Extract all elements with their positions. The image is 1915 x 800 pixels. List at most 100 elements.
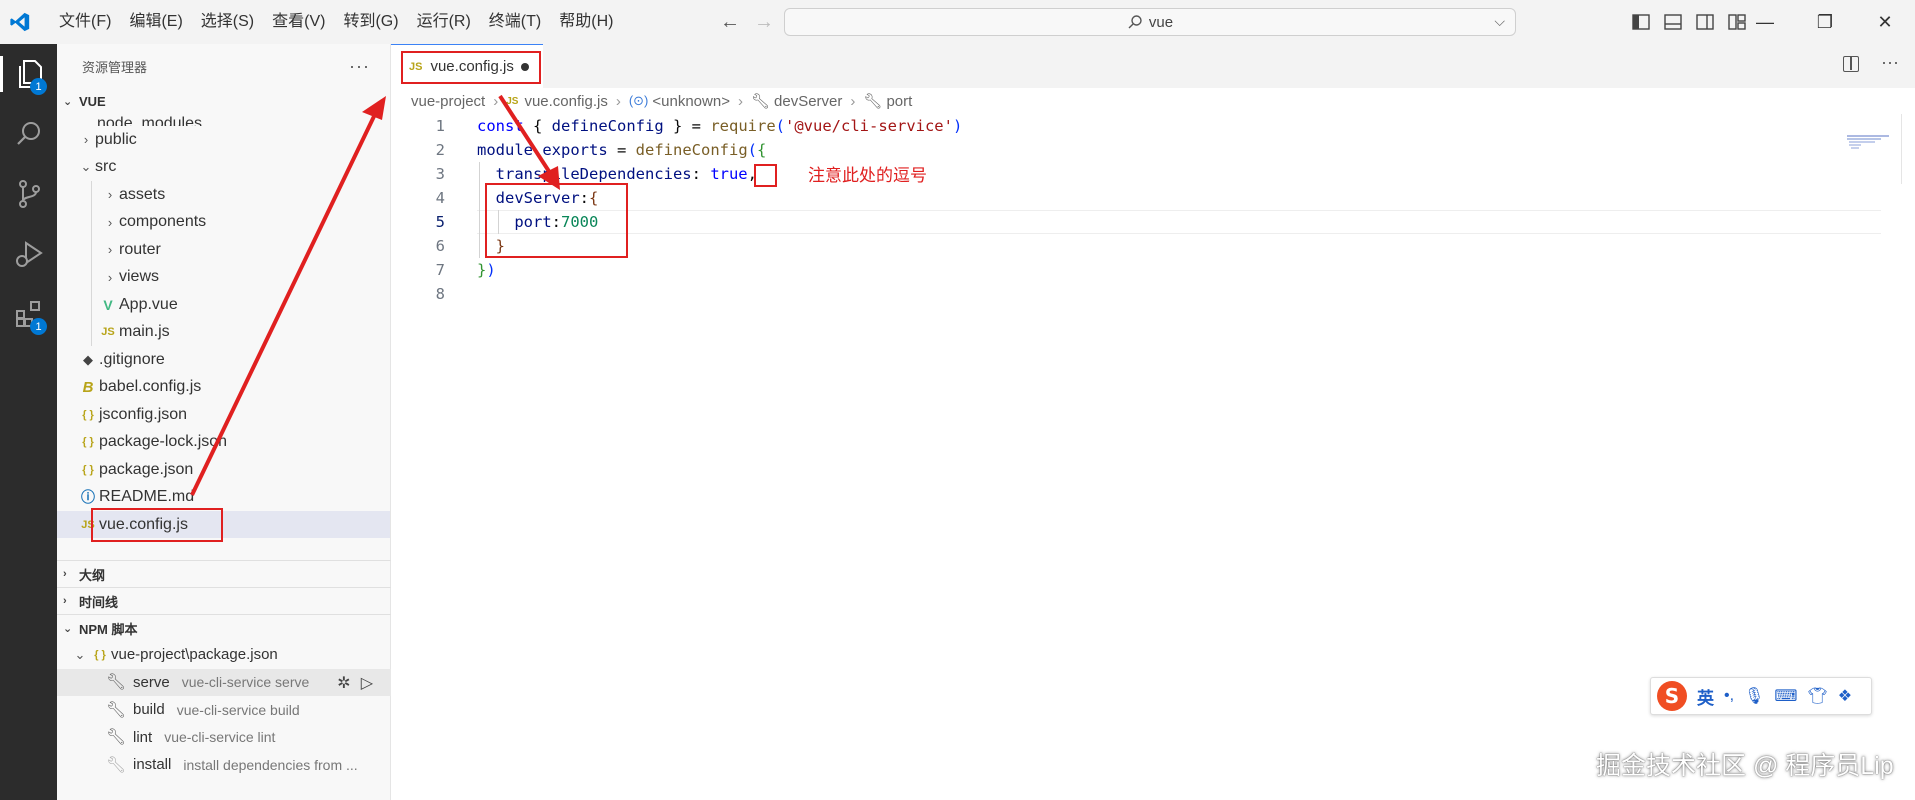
npm-script-actions: ✲ ▷ <box>337 673 373 693</box>
tree-item-gitignore[interactable]: ◆ .gitignore <box>57 346 390 374</box>
command-center-search[interactable]: vue ⌵ <box>784 8 1516 36</box>
sogou-logo-icon[interactable]: S <box>1657 681 1687 711</box>
wrench-icon: 🔧︎ <box>863 93 883 110</box>
tree-item-jsconfig[interactable]: { } jsconfig.json <box>57 401 390 429</box>
ime-punctuation[interactable]: •, <box>1724 687 1734 705</box>
tree-item-public[interactable]: › public <box>57 126 390 154</box>
tab-vue-config[interactable]: JS vue.config.js <box>391 44 543 88</box>
chevron-down-icon: ⌄ <box>80 159 92 175</box>
json-file-icon: { } <box>94 648 106 661</box>
tree-item-assets[interactable]: › assets <box>57 181 390 209</box>
chevron-right-icon: › <box>737 92 743 110</box>
tree-item-babel-config[interactable]: B babel.config.js <box>57 374 390 402</box>
menu-file[interactable]: 文件(F) <box>50 0 120 44</box>
symbol-variable-icon: (⊙) <box>628 93 649 108</box>
npm-package-row[interactable]: ⌄ { } vue-project\package.json <box>57 641 391 669</box>
toggle-primary-sidebar-icon[interactable] <box>1632 14 1650 30</box>
code-editor[interactable]: 1 const { defineConfig } = require('@vue… <box>391 114 1881 306</box>
unsaved-dot-icon[interactable] <box>521 63 529 71</box>
extensions-activity[interactable]: 1 <box>0 284 57 344</box>
search-icon <box>1128 15 1142 29</box>
vertical-scrollbar[interactable] <box>1901 114 1915 184</box>
timeline-title: 时间线 <box>79 594 119 610</box>
menu-terminal[interactable]: 终端(T) <box>480 0 550 44</box>
tab-label: vue.config.js <box>430 58 514 75</box>
tree-item-components[interactable]: › components <box>57 208 390 236</box>
npm-script-build[interactable]: 🔧︎ build vue-cli-service build <box>57 696 391 724</box>
code-line-8: 8 <box>391 282 1781 306</box>
tree-item-src[interactable]: ⌄ src <box>57 154 390 182</box>
code-text: } <box>495 237 506 255</box>
code-line-4: 4 devServer:{ <box>391 186 1781 210</box>
outline-header[interactable]: › 大纲 <box>57 561 391 587</box>
ime-toolbar[interactable]: S 英 •, 🎙︎ ⌨︎ 👕︎ ❖ <box>1650 677 1872 715</box>
tree-item-vue-config[interactable]: JS vue.config.js <box>57 511 390 538</box>
chevron-right-icon: › <box>107 269 113 285</box>
tree-item-package-json[interactable]: { } package.json <box>57 456 390 484</box>
tree-item-label: babel.config.js <box>99 378 202 396</box>
title-bar: 文件(F) 编辑(E) 选择(S) 查看(V) 转到(G) 运行(R) 终端(T… <box>0 0 1915 44</box>
file-tree: node_modules › public ⌄ src › assets › c… <box>57 114 390 538</box>
code-line-1: 1 const { defineConfig } = require('@vue… <box>391 114 1781 138</box>
tree-item-readme[interactable]: ⓘ README.md <box>57 484 390 512</box>
timeline-header[interactable]: › 时间线 <box>57 588 391 614</box>
back-arrow-icon[interactable]: ← <box>720 11 740 34</box>
menu-go[interactable]: 转到(G) <box>334 0 407 44</box>
tree-item-router[interactable]: › router <box>57 236 390 264</box>
info-icon: ⓘ <box>81 489 95 506</box>
menu-edit[interactable]: 编辑(E) <box>120 0 191 44</box>
split-editor-icon[interactable] <box>1843 56 1859 72</box>
menu-view[interactable]: 查看(V) <box>263 0 334 44</box>
breadcrumb-symbol[interactable]: <unknown> <box>652 93 730 110</box>
breadcrumb-file[interactable]: vue.config.js <box>524 93 607 110</box>
outline-title: 大纲 <box>79 567 106 583</box>
breadcrumb-devserver[interactable]: devServer <box>774 93 842 110</box>
more-actions-icon[interactable]: ··· <box>1881 52 1899 73</box>
nav-arrows: ← → <box>720 0 774 44</box>
tree-item-package-lock[interactable]: { } package-lock.json <box>57 429 390 457</box>
explorer-activity[interactable]: 1 <box>0 44 57 104</box>
more-actions-icon[interactable]: ··· <box>349 56 370 77</box>
skin-shirt-icon[interactable]: 👕︎ <box>1807 686 1827 706</box>
breadcrumb-folder[interactable]: vue-project <box>411 93 485 110</box>
toolbox-grid-icon[interactable]: ❖ <box>1838 686 1852 706</box>
toggle-panel-icon[interactable] <box>1664 14 1682 30</box>
toggle-secondary-sidebar-icon[interactable] <box>1696 14 1714 30</box>
root-folder-header[interactable]: ⌄ VUE <box>57 88 390 114</box>
chevron-down-icon: ⌄ <box>74 646 86 662</box>
minimap[interactable] <box>1847 134 1903 174</box>
tree-item-node-modules[interactable]: node_modules <box>57 114 390 126</box>
menu-help[interactable]: 帮助(H) <box>550 0 622 44</box>
breadcrumb-port[interactable]: port <box>886 93 912 110</box>
wrench-icon: 🔧︎ <box>105 674 127 692</box>
chevron-down-icon[interactable]: ⌵ <box>1494 13 1505 30</box>
npm-script-lint[interactable]: 🔧︎ lint vue-cli-service lint <box>57 724 391 752</box>
minimize-icon[interactable]: — <box>1735 0 1795 44</box>
menu-selection[interactable]: 选择(S) <box>192 0 263 44</box>
close-icon[interactable]: ✕ <box>1855 0 1915 44</box>
npm-script-name: serve <box>133 673 170 691</box>
run-icon[interactable]: ▷ <box>361 673 373 693</box>
search-activity[interactable] <box>0 104 57 164</box>
forward-arrow-icon[interactable]: → <box>754 11 774 34</box>
tree-item-main-js[interactable]: JS main.js <box>57 318 390 346</box>
microphone-icon[interactable]: 🎙︎ <box>1744 686 1764 706</box>
ime-language[interactable]: 英 <box>1697 684 1714 709</box>
keyboard-icon[interactable]: ⌨︎ <box>1774 686 1797 706</box>
line-number: 6 <box>435 237 445 255</box>
extensions-badge: 1 <box>30 318 47 335</box>
vue-file-icon: V <box>103 296 113 313</box>
tree-item-views[interactable]: › views <box>57 263 390 291</box>
run-debug-activity[interactable] <box>0 224 57 284</box>
restore-icon[interactable]: ❐ <box>1795 0 1855 44</box>
source-control-activity[interactable] <box>0 164 57 224</box>
chevron-right-icon: › <box>615 92 621 110</box>
tree-item-label: components <box>119 213 207 231</box>
menu-run[interactable]: 运行(R) <box>408 0 480 44</box>
npm-script-serve[interactable]: 🔧︎ serve vue-cli-service serve ✲ ▷ <box>57 668 391 696</box>
tree-item-app-vue[interactable]: V App.vue <box>57 291 390 319</box>
debug-icon[interactable]: ✲ <box>337 673 350 693</box>
npm-scripts-header[interactable]: ⌄ NPM 脚本 <box>57 615 391 641</box>
npm-script-install[interactable]: 🔧︎ install install dependencies from ... <box>57 751 391 779</box>
tree-item-label: src <box>95 158 117 176</box>
